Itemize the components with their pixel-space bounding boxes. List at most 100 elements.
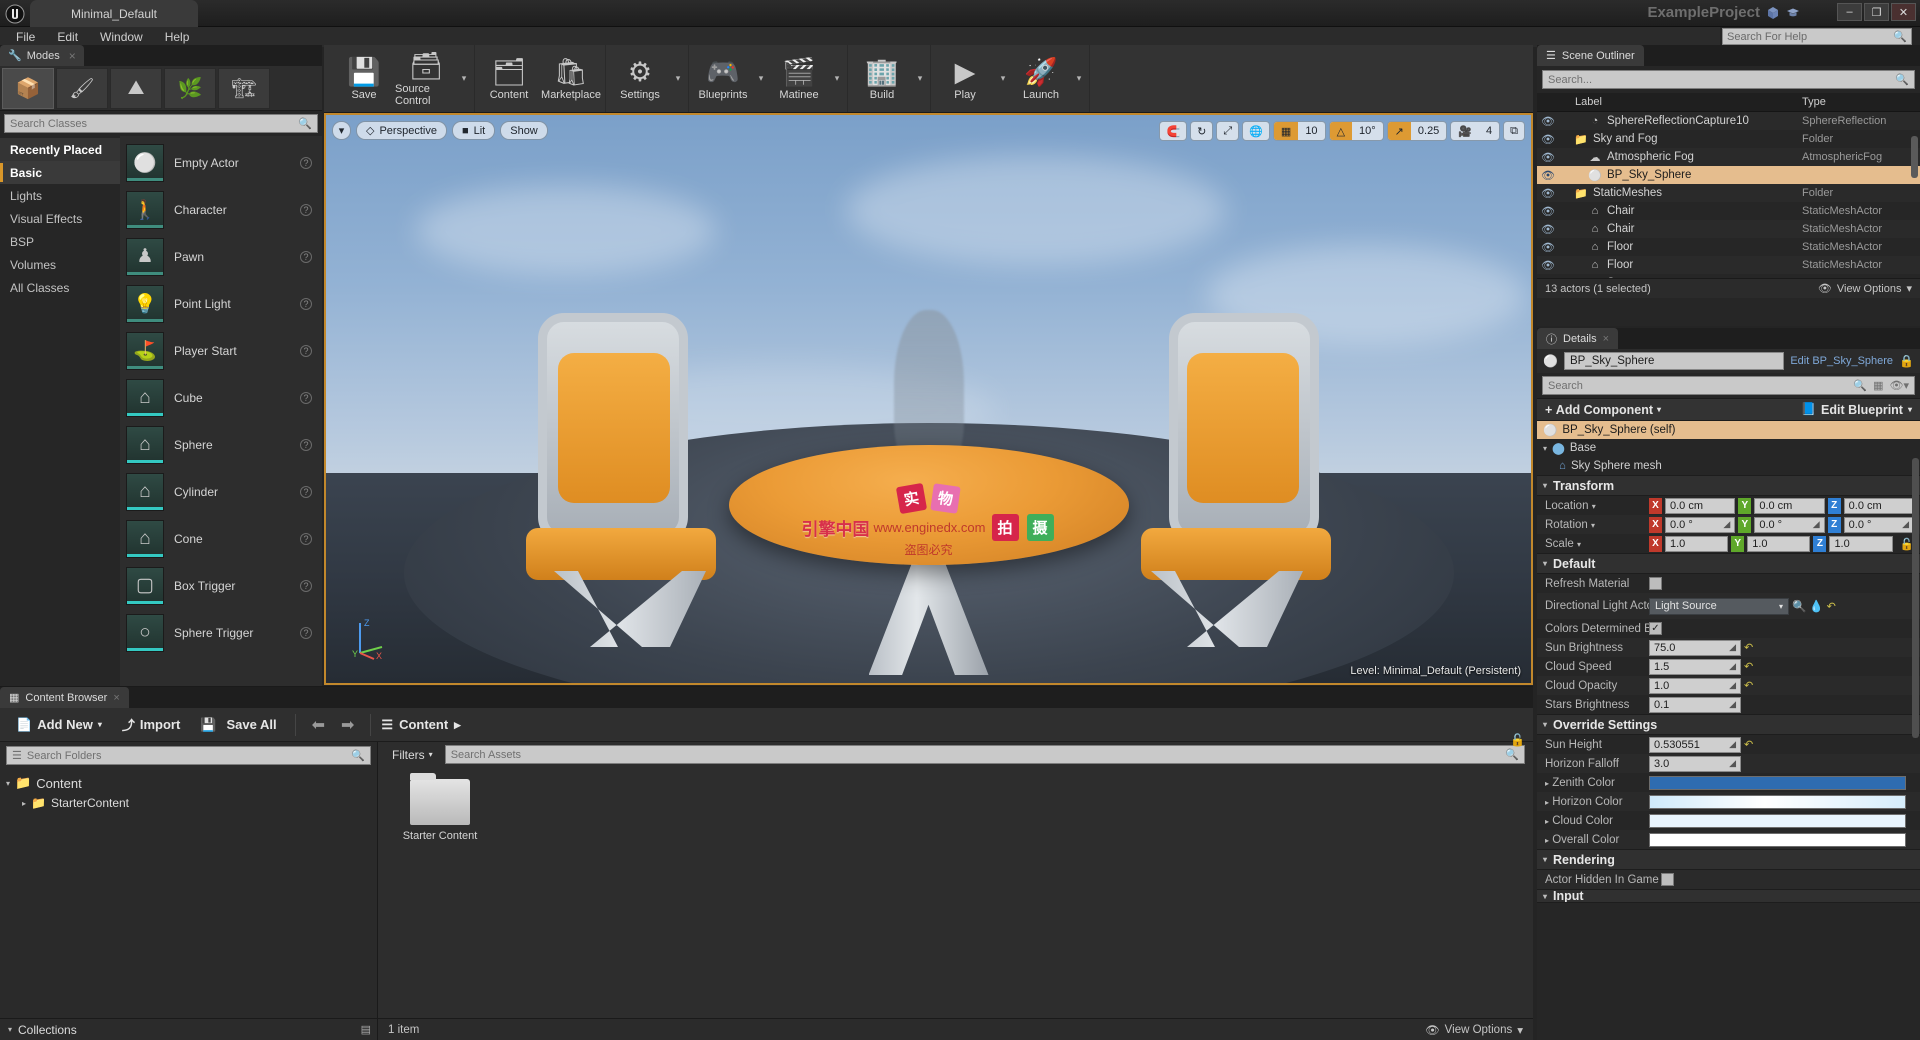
expand-triangle-icon[interactable]: ▸ [1545, 817, 1549, 826]
help-icon[interactable]: ? [300, 439, 312, 451]
rotation-y-input[interactable]: 0.0 °◢ [1754, 517, 1824, 533]
toolbar-marketplace-button[interactable]: 🛍 Marketplace [540, 45, 602, 112]
details-scrollbar[interactable] [1912, 458, 1919, 738]
section-default-header[interactable]: ▾ Default [1537, 553, 1920, 574]
viewport-options-button[interactable]: ▾ [332, 121, 351, 140]
cloud-color-swatch[interactable] [1649, 814, 1906, 828]
place-item-player-start[interactable]: ⛳ Player Start ? [120, 327, 322, 374]
surface-snap-toggle[interactable]: 🧲 [1159, 121, 1187, 141]
reset-icon[interactable]: ↶ [1744, 641, 1753, 654]
asset-search-input[interactable]: Search Assets 🔍 [445, 745, 1525, 764]
component-row-self[interactable]: ⚪ BP_Sky_Sphere (self) [1537, 421, 1920, 439]
minimize-button[interactable]: – [1837, 3, 1862, 21]
add-new-button[interactable]: 📄 Add New ▾ [8, 714, 110, 736]
directional-light-actor-select[interactable]: Light Source▾ [1649, 598, 1789, 615]
outliner-row-chair-1[interactable]: 👁 ⌂ Chair StaticMeshActor [1537, 202, 1920, 220]
maximize-viewport-button[interactable]: ⧉ [1503, 121, 1525, 141]
chair-mesh-right[interactable] [1109, 313, 1339, 643]
maximize-button[interactable]: ❐ [1864, 3, 1889, 21]
lock-icon[interactable]: 🔒 [1899, 354, 1914, 368]
save-all-button[interactable]: 💾 Save All [192, 714, 284, 736]
grid-snap-value[interactable]: 10 [1298, 122, 1324, 140]
asset-tile-starter-content[interactable]: Starter Content [396, 779, 484, 843]
category-lights[interactable]: Lights [0, 184, 120, 207]
chair-mesh-left[interactable] [518, 313, 748, 643]
grid-view-icon[interactable]: ▦ [1873, 379, 1883, 392]
camera-icon[interactable]: 🎥 [1451, 122, 1479, 140]
reset-icon[interactable]: ↶ [1744, 738, 1753, 751]
drag-handle-icon[interactable]: ◢ [1729, 758, 1736, 769]
outliner-row-static-meshes[interactable]: 👁 📁 StaticMeshes Folder [1537, 184, 1920, 202]
eye-icon[interactable]: 👁 [1537, 133, 1559, 146]
search-classes-input[interactable]: Search Classes 🔍 [4, 114, 318, 133]
help-icon[interactable]: ? [300, 157, 312, 169]
menu-window[interactable]: Window [90, 28, 153, 46]
eyedropper-icon[interactable]: 💧 [1809, 599, 1823, 613]
outliner-row-atmospheric-fog[interactable]: 👁 ☁ Atmospheric Fog AtmosphericFog [1537, 148, 1920, 166]
sun-brightness-input[interactable]: 75.0◢ [1649, 640, 1741, 656]
drag-handle-icon[interactable]: ◢ [1902, 519, 1909, 530]
chevron-down-icon[interactable]: ▾ [1591, 521, 1595, 530]
help-icon[interactable]: ? [300, 392, 312, 404]
reset-icon[interactable]: ↶ [1744, 660, 1753, 673]
toolbar-source-control-button[interactable]: 🗃 Source Control [395, 45, 457, 112]
component-row-sky-sphere-mesh[interactable]: ⌂ Sky Sphere mesh [1537, 457, 1920, 475]
drag-handle-icon[interactable]: ◢ [1729, 661, 1736, 672]
place-item-cylinder[interactable]: ⌂ Cylinder ? [120, 468, 322, 515]
mode-landscape-button[interactable]: ⛰ [110, 68, 162, 109]
category-all-classes[interactable]: All Classes [0, 276, 120, 299]
edit-blueprint-link[interactable]: Edit BP_Sky_Sphere [1790, 355, 1893, 367]
category-volumes[interactable]: Volumes [0, 253, 120, 276]
place-item-point-light[interactable]: 💡 Point Light ? [120, 280, 322, 327]
section-override-settings-header[interactable]: ▾ Override Settings [1537, 714, 1920, 735]
reset-icon[interactable]: ↶ [1744, 679, 1753, 692]
cloud-speed-input[interactable]: 1.5◢ [1649, 659, 1741, 675]
mode-paint-button[interactable]: 🖌 [56, 68, 108, 109]
place-item-pawn[interactable]: ♟ Pawn ? [120, 233, 322, 280]
outliner-row-floor-1[interactable]: 👁 ⌂ Floor StaticMeshActor [1537, 238, 1920, 256]
viewport-perspective-button[interactable]: ◇ Perspective [356, 121, 447, 140]
menu-file[interactable]: File [6, 28, 45, 46]
location-z-input[interactable]: 0.0 cm [1844, 498, 1914, 514]
outliner-row-statue[interactable]: 👁 ⌂ Statue StaticMeshActor [1537, 274, 1920, 278]
help-icon[interactable]: ? [300, 580, 312, 592]
toolbar-settings-button[interactable]: ⚙ Settings [609, 45, 671, 112]
grid-icon[interactable]: ▦ [1274, 122, 1298, 140]
scale-snap-control[interactable]: ↗ 0.25 [1387, 121, 1448, 141]
play-caret-icon[interactable]: ▾ [996, 45, 1010, 112]
location-x-input[interactable]: 0.0 cm [1665, 498, 1735, 514]
sun-height-input[interactable]: 0.530551◢ [1649, 737, 1741, 753]
angle-snap-control[interactable]: △ 10° [1329, 121, 1384, 141]
import-button[interactable]: ⤴ Import [114, 712, 188, 737]
category-recently-placed[interactable]: Recently Placed [0, 138, 120, 161]
build-caret-icon[interactable]: ▾ [913, 45, 927, 112]
eye-icon[interactable]: 👁 [1537, 115, 1559, 128]
tab-details[interactable]: ⓘ Details × [1537, 328, 1618, 349]
expand-triangle-icon[interactable]: ▾ [1543, 444, 1547, 453]
help-search-input[interactable]: Search For Help 🔍 [1722, 28, 1912, 45]
section-transform-header[interactable]: ▾ Transform [1537, 475, 1920, 496]
colors-determined-by-checkbox[interactable]: ✓ [1649, 622, 1662, 635]
section-input-header[interactable]: ▾ Input [1537, 889, 1920, 903]
outliner-row-bp-sky-sphere[interactable]: 👁 ⚪ BP_Sky_Sphere [1537, 166, 1920, 184]
edit-blueprint-button[interactable]: 📘 Edit Blueprint ▾ [1800, 402, 1912, 417]
rotation-z-input[interactable]: 0.0 °◢ [1844, 517, 1914, 533]
menu-help[interactable]: Help [155, 28, 200, 46]
eye-icon[interactable]: 👁 [1537, 259, 1559, 272]
scale-arrow-icon[interactable]: ↗ [1388, 122, 1411, 140]
eye-icon[interactable]: 👁 [1537, 169, 1559, 182]
breadcrumb-content[interactable]: Content [399, 717, 448, 732]
chevron-down-icon[interactable]: ▾ [1592, 502, 1596, 511]
grid-snap-control[interactable]: ▦ 10 [1273, 121, 1326, 141]
expand-triangle-icon[interactable]: ▾ [6, 779, 10, 788]
expand-triangle-icon[interactable]: ▸ [22, 799, 26, 808]
close-icon[interactable]: × [1603, 333, 1609, 345]
outliner-row-floor-2[interactable]: 👁 ⌂ Floor StaticMeshActor [1537, 256, 1920, 274]
add-component-button[interactable]: Add Component [1556, 403, 1653, 417]
toolbar-save-button[interactable]: 💾 Save [333, 45, 395, 112]
place-item-empty-actor[interactable]: ⚪ Empty Actor ? [120, 139, 322, 186]
folder-search-input[interactable]: ☰ Search Folders 🔍 [6, 746, 371, 765]
place-item-character[interactable]: 🚶 Character ? [120, 186, 322, 233]
toolbar-content-button[interactable]: 🗂 Content [478, 45, 540, 112]
help-icon[interactable]: ? [300, 298, 312, 310]
